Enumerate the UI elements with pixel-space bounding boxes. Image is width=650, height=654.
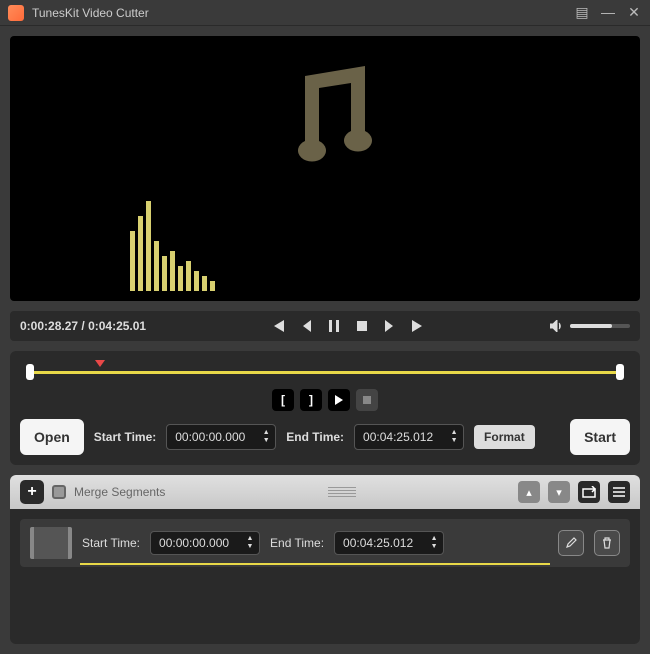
- segment-thumbnail: [30, 527, 72, 559]
- seg-end-value: 00:04:25.012: [343, 536, 425, 550]
- merge-label: Merge Segments: [74, 485, 165, 499]
- video-preview: [10, 36, 640, 301]
- step-back-button[interactable]: [296, 316, 316, 336]
- segments-panel: + Merge Segments ▴ ▾ Start Time: 00:00:0…: [10, 475, 640, 644]
- open-button[interactable]: Open: [20, 419, 84, 455]
- seg-start-value: 00:00:00.000: [159, 536, 241, 550]
- mark-in-button[interactable]: [: [272, 389, 294, 411]
- seg-start-spinner[interactable]: ▲▼: [245, 535, 255, 551]
- mark-out-button[interactable]: ]: [300, 389, 322, 411]
- app-title: TunesKit Video Cutter: [32, 6, 574, 20]
- playback-bar: 0:00:28.27 / 0:04:25.01: [10, 311, 640, 341]
- titlebar: TunesKit Video Cutter ▤ — ✕: [0, 0, 650, 26]
- merge-checkbox[interactable]: [52, 485, 66, 499]
- pause-button[interactable]: [324, 316, 344, 336]
- collapse-down-icon[interactable]: ▾: [548, 481, 570, 503]
- step-forward-button[interactable]: [380, 316, 400, 336]
- start-time-label: Start Time:: [94, 430, 156, 444]
- start-time-value: 00:00:00.000: [175, 430, 257, 444]
- add-segment-button[interactable]: +: [20, 480, 44, 504]
- end-time-input[interactable]: 00:04:25.012 ▲▼: [354, 424, 464, 450]
- segments-body: Start Time: 00:00:00.000 ▲▼ End Time: 00…: [10, 509, 640, 644]
- edit-segment-button[interactable]: [558, 530, 584, 556]
- timeline-panel: [ ] Open Start Time: 00:00:00.000 ▲▼ End…: [10, 351, 640, 465]
- list-icon[interactable]: [608, 481, 630, 503]
- segments-header: + Merge Segments ▴ ▾: [10, 475, 640, 509]
- time-row: Open Start Time: 00:00:00.000 ▲▼ End Tim…: [20, 419, 630, 455]
- trim-end-handle[interactable]: [616, 364, 624, 380]
- end-time-label: End Time:: [286, 430, 344, 444]
- app-window: TunesKit Video Cutter ▤ — ✕: [0, 0, 650, 654]
- volume-icon[interactable]: [550, 320, 564, 332]
- start-time-spinner[interactable]: ▲▼: [261, 429, 271, 445]
- export-icon[interactable]: [578, 481, 600, 503]
- bracket-controls: [ ]: [20, 389, 630, 411]
- minimize-icon[interactable]: —: [600, 4, 616, 21]
- end-time-spinner[interactable]: ▲▼: [449, 429, 459, 445]
- skip-back-button[interactable]: [268, 316, 288, 336]
- stop-segment-button[interactable]: [356, 389, 378, 411]
- stop-button[interactable]: [352, 316, 372, 336]
- end-time-value: 00:04:25.012: [363, 430, 445, 444]
- skip-forward-button[interactable]: [408, 316, 428, 336]
- seg-end-spinner[interactable]: ▲▼: [429, 535, 439, 551]
- total-time: 0:04:25.01: [88, 319, 146, 333]
- seg-end-label: End Time:: [270, 536, 324, 550]
- menu-icon[interactable]: ▤: [574, 4, 590, 21]
- timeline-line: [30, 371, 620, 374]
- seg-start-input[interactable]: 00:00:00.000 ▲▼: [150, 531, 260, 555]
- volume-control: [550, 320, 630, 332]
- volume-slider[interactable]: [570, 324, 630, 328]
- format-button[interactable]: Format: [474, 425, 535, 449]
- time-display: 0:00:28.27 / 0:04:25.01: [20, 319, 146, 333]
- drag-grip-icon[interactable]: [328, 487, 356, 497]
- segment-row[interactable]: Start Time: 00:00:00.000 ▲▼ End Time: 00…: [20, 519, 630, 567]
- segment-progress: [80, 563, 550, 565]
- music-note-icon: [270, 61, 380, 171]
- start-time-input[interactable]: 00:00:00.000 ▲▼: [166, 424, 276, 450]
- collapse-up-icon[interactable]: ▴: [518, 481, 540, 503]
- close-icon[interactable]: ✕: [626, 4, 642, 21]
- playback-controls: [156, 316, 540, 336]
- start-button[interactable]: Start: [570, 419, 630, 455]
- delete-segment-button[interactable]: [594, 530, 620, 556]
- seg-end-input[interactable]: 00:04:25.012 ▲▼: [334, 531, 444, 555]
- play-segment-button[interactable]: [328, 389, 350, 411]
- app-icon: [8, 5, 24, 21]
- seg-start-label: Start Time:: [82, 536, 140, 550]
- timeline-track[interactable]: [20, 363, 630, 381]
- trim-start-handle[interactable]: [26, 364, 34, 380]
- equalizer-icon: [130, 201, 215, 291]
- current-time: 0:00:28.27: [20, 319, 78, 333]
- titlebar-controls: ▤ — ✕: [574, 4, 642, 21]
- playhead-icon[interactable]: [95, 360, 105, 367]
